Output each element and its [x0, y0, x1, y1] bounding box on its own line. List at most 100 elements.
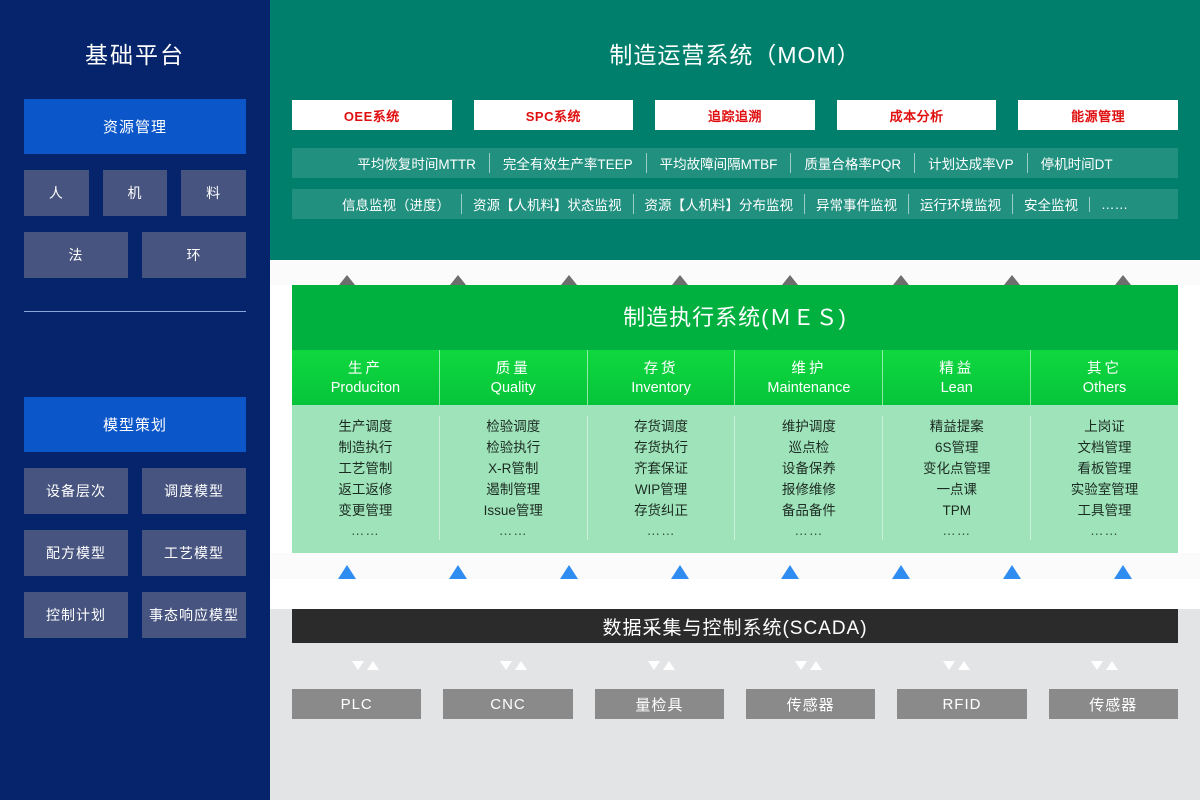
mes-item[interactable]: 6S管理	[883, 437, 1030, 458]
mes-item[interactable]: 存货调度	[588, 416, 735, 437]
mes-item[interactable]: 维护调度	[735, 416, 882, 437]
mom-button-0[interactable]: OEE系统	[292, 100, 452, 130]
mes-header-cn: 存货	[643, 361, 679, 377]
sidebar: 基础平台 资源管理 人 机 料 法 环 模型策划 设备层次 调度模型 配方模型 …	[0, 0, 270, 800]
mom-monitor-3[interactable]: 异常事件监视	[804, 194, 908, 214]
device-5[interactable]: 传感器	[1048, 689, 1178, 719]
arrow-up-icon	[782, 275, 799, 285]
mes-item[interactable]: 制造执行	[292, 437, 439, 458]
arrow-up-icon	[559, 565, 578, 579]
mes-item[interactable]: 变更管理	[292, 500, 439, 521]
connector-slot-7	[1067, 565, 1178, 579]
mes-item[interactable]: 一点课	[883, 479, 1030, 500]
mom-button-2[interactable]: 追踪追溯	[655, 100, 815, 130]
connector-slot-7	[1067, 275, 1178, 285]
sidebar-chip-huan[interactable]: 环	[142, 232, 246, 278]
mes-item[interactable]: 工艺管制	[292, 458, 439, 479]
sidebar-row-resource-1: 人 机 料	[24, 170, 247, 216]
mes-header-others[interactable]: 其它 Others	[1030, 350, 1178, 405]
arrow-up-icon	[1113, 565, 1132, 579]
sidebar-row-resource-2: 法 环	[24, 232, 246, 278]
mes-item[interactable]: 存货执行	[588, 437, 735, 458]
device-1[interactable]: CNC	[443, 689, 573, 719]
mes-item[interactable]: WIP管理	[588, 479, 735, 500]
mes-item[interactable]: 返工返修	[292, 479, 439, 500]
mes-header-cn: 其它	[1087, 361, 1123, 377]
mes-header-lean[interactable]: 精益 Lean	[882, 350, 1031, 405]
mom-metric-1[interactable]: 完全有效生产率TEEP	[488, 153, 646, 173]
sidebar-item-model-planning[interactable]: 模型策划	[24, 397, 246, 452]
mom-metric-4[interactable]: 计划达成率VP	[914, 153, 1027, 173]
scada-title: 数据采集与控制系统(SCADA)	[292, 609, 1178, 643]
sidebar-chip-control-plan[interactable]: 控制计划	[24, 592, 128, 638]
mes-more-indicator: ……	[646, 523, 676, 538]
mom-button-3[interactable]: 成本分析	[836, 100, 997, 130]
mom-monitor-2[interactable]: 资源【人机料】分布监视	[632, 194, 805, 214]
mom-monitor-0[interactable]: 信息监视（进度）	[331, 194, 461, 214]
mes-header-cn: 维护	[791, 361, 827, 377]
sidebar-chip-fa[interactable]: 法	[24, 232, 128, 278]
connector-slot-6	[957, 565, 1068, 579]
mes-item[interactable]: 文档管理	[1031, 437, 1178, 458]
mom-button-1[interactable]: SPC系统	[473, 100, 634, 130]
sidebar-title: 基础平台	[85, 42, 185, 68]
mes-item[interactable]: 报修维修	[735, 479, 882, 500]
mes-item[interactable]: 生产调度	[292, 416, 439, 437]
mom-monitor-1[interactable]: 资源【人机料】状态监视	[461, 194, 633, 214]
mes-item[interactable]: 工具管理	[1031, 500, 1178, 521]
device-connector-slot-0	[292, 661, 440, 670]
mom-metric-0[interactable]: 平均恢复时间MTTR	[344, 153, 489, 173]
mes-item[interactable]: 备品备件	[735, 500, 882, 521]
mes-item[interactable]: 检验调度	[440, 416, 587, 437]
sidebar-chip-liao[interactable]: 料	[181, 170, 247, 216]
mes-body-maintenance: 维护调度 巡点检 设备保养 报修维修 备品备件 ……	[734, 416, 882, 540]
sidebar-item-resource-management[interactable]: 资源管理	[24, 99, 246, 154]
mom-monitor-5[interactable]: 安全监视	[1012, 194, 1089, 214]
mes-item[interactable]: Issue管理	[440, 500, 587, 521]
mes-item[interactable]: 遏制管理	[440, 479, 587, 500]
mes-header-quality[interactable]: 质量 Quality	[438, 350, 587, 405]
sidebar-chip-ren[interactable]: 人	[24, 170, 89, 216]
mes-item[interactable]: 齐套保证	[588, 458, 735, 479]
mes-item[interactable]: 精益提案	[883, 416, 1030, 437]
mes-item[interactable]: X-R管制	[440, 458, 587, 479]
connector-slot-6	[957, 275, 1068, 285]
device-3[interactable]: 传感器	[745, 689, 876, 719]
sidebar-row-model-2: 配方模型 工艺模型	[24, 530, 246, 576]
mes-body-produciton: 生产调度 制造执行 工艺管制 返工返修 变更管理 ……	[292, 416, 439, 540]
mom-metric-2[interactable]: 平均故障间隔MTBF	[645, 153, 791, 173]
mes-header-produciton[interactable]: 生产 Produciton	[292, 350, 439, 405]
arrow-up-icon	[1114, 275, 1131, 285]
connector-slot-0	[292, 565, 403, 579]
mom-metric-5[interactable]: 停机时间DT	[1026, 153, 1126, 173]
mom-monitor-4[interactable]: 运行环境监视	[908, 194, 1012, 214]
mes-item[interactable]: 上岗证	[1031, 416, 1178, 437]
mes-item[interactable]: TPM	[883, 500, 1030, 521]
arrow-up-icon	[662, 661, 675, 670]
device-0[interactable]: PLC	[292, 689, 422, 719]
mes-item[interactable]: 存货纠正	[588, 500, 735, 521]
mes-item[interactable]: 设备保养	[735, 458, 882, 479]
mes-item[interactable]: 检验执行	[440, 437, 587, 458]
mom-metric-3[interactable]: 质量合格率PQR	[790, 153, 914, 173]
device-connector-slot-5	[1030, 661, 1178, 670]
mes-item[interactable]: 变化点管理	[883, 458, 1030, 479]
sidebar-chip-scheduling-model[interactable]: 调度模型	[142, 468, 246, 514]
sidebar-chip-equipment-hierarchy[interactable]: 设备层次	[24, 468, 128, 514]
mes-header-maintenance[interactable]: 维护 Maintenance	[734, 350, 883, 405]
sidebar-chip-ji[interactable]: 机	[102, 170, 168, 216]
connector-slot-0	[292, 275, 403, 285]
mes-header-en: Inventory	[631, 380, 691, 396]
mes-header-inventory[interactable]: 存货 Inventory	[586, 350, 735, 405]
mom-monitor-6[interactable]: ……	[1089, 196, 1139, 212]
device-2[interactable]: 量检具	[594, 689, 724, 719]
mes-column-headers: 生产 Produciton 质量 Quality 存货 Inventory 维护 Mainte…	[292, 350, 1178, 405]
mes-item[interactable]: 看板管理	[1031, 458, 1178, 479]
sidebar-chip-event-response-model[interactable]: 事态响应模型	[142, 592, 246, 638]
sidebar-chip-recipe-model[interactable]: 配方模型	[24, 530, 128, 576]
device-4[interactable]: RFID	[897, 689, 1027, 719]
mes-item[interactable]: 实验室管理	[1031, 479, 1178, 500]
mes-item[interactable]: 巡点检	[735, 437, 882, 458]
mom-button-4[interactable]: 能源管理	[1018, 100, 1178, 130]
sidebar-chip-process-model[interactable]: 工艺模型	[142, 530, 246, 576]
